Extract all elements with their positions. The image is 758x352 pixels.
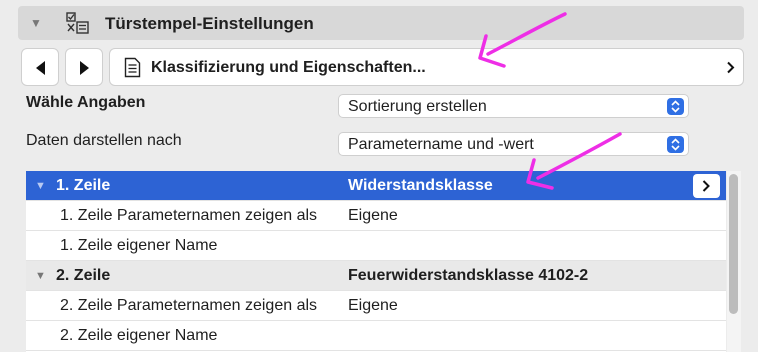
annotation-arrows [478,12,622,190]
annotation-arrow-top [478,12,567,68]
annotation-arrow-bottom [526,132,622,190]
